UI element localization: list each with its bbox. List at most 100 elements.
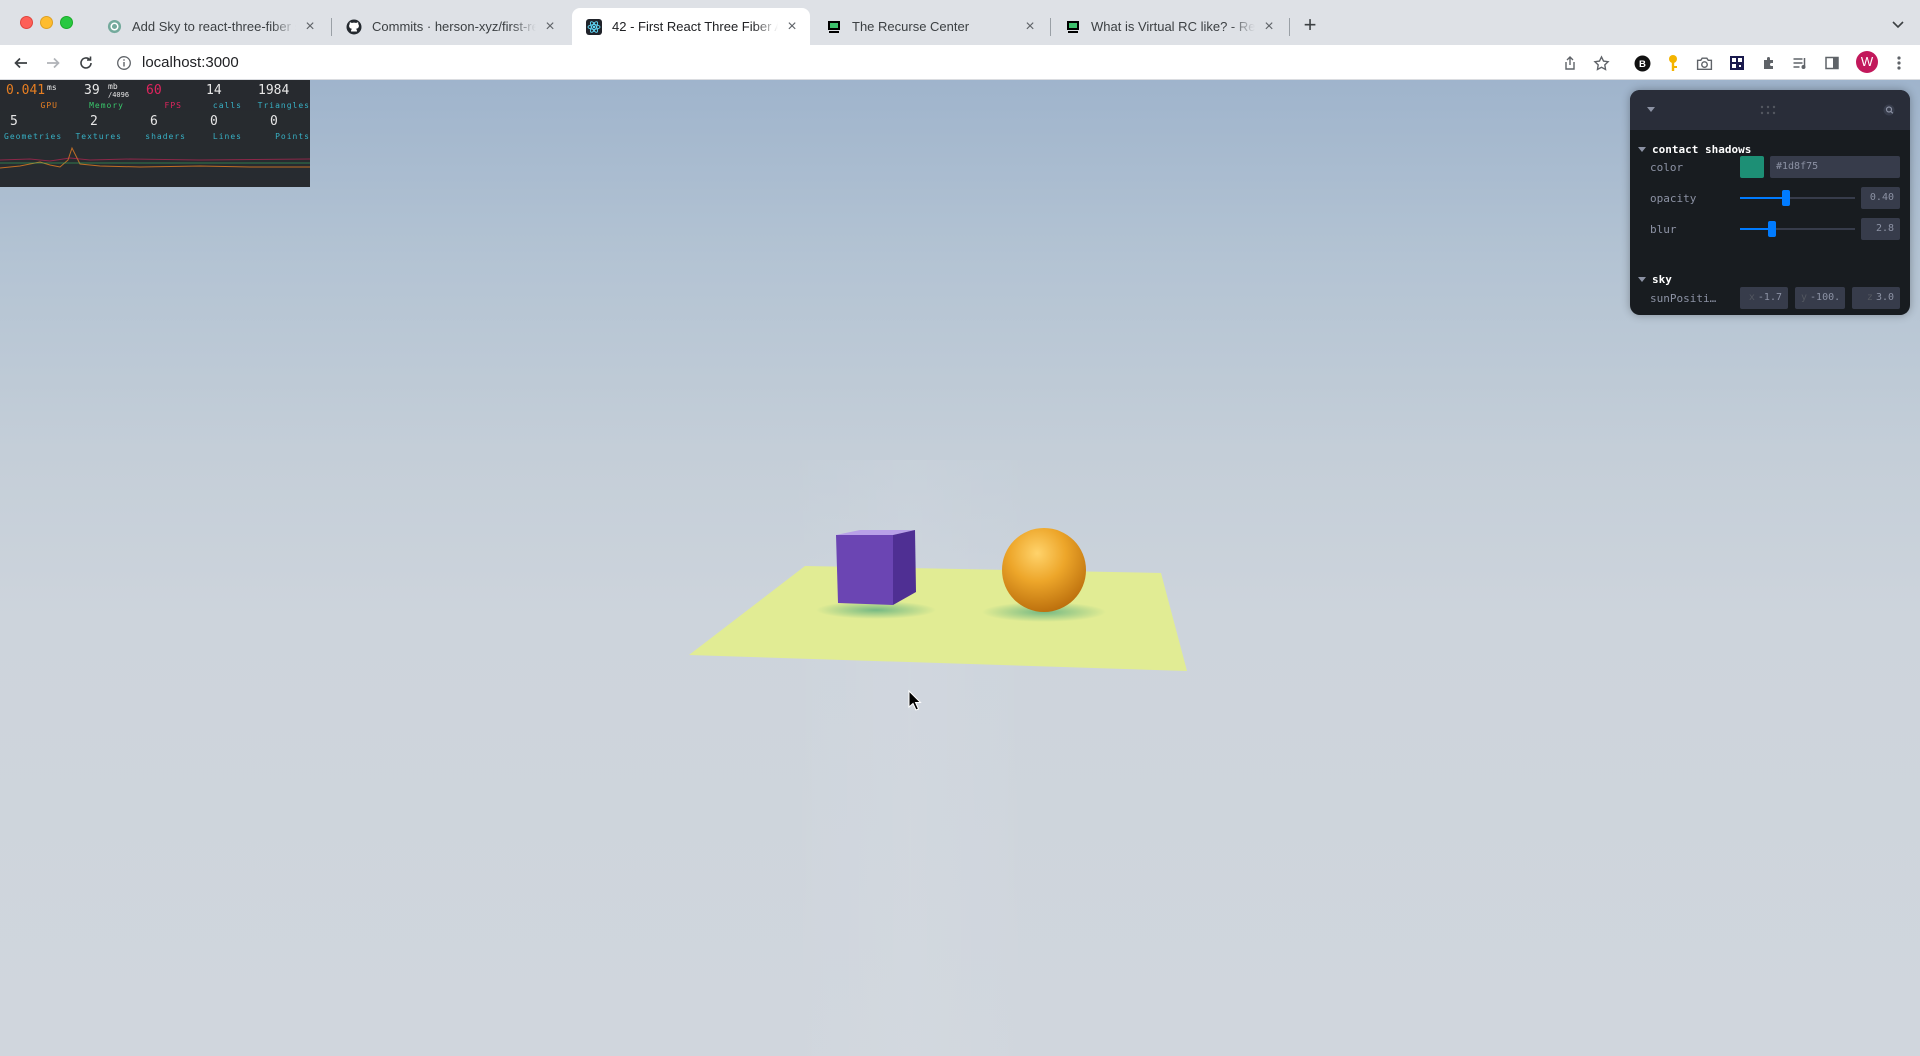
- profile-avatar[interactable]: W: [1856, 51, 1878, 73]
- stat-value: 0: [270, 114, 278, 129]
- tab-close-icon[interactable]: ×: [302, 18, 318, 35]
- stat-value: 39: [84, 83, 100, 98]
- perf-graph: [0, 146, 310, 169]
- tab-divider: [1289, 18, 1290, 36]
- stat-label: Memory: [89, 101, 124, 110]
- stat-calls: 14 calls: [186, 80, 248, 110]
- extension-key-icon[interactable]: [1663, 53, 1683, 73]
- stat-shaders: 6 shaders: [124, 111, 186, 141]
- stat-fps: 60 FPS: [124, 80, 186, 110]
- tab-title: Add Sky to react-three-fiber scene: [132, 19, 296, 34]
- stat-value: 6: [150, 114, 158, 129]
- openai-icon: [106, 19, 122, 35]
- stat-label: FPS: [164, 101, 182, 110]
- reload-button[interactable]: [75, 52, 97, 74]
- site-info-icon[interactable]: [116, 55, 132, 71]
- tab-first-react-three-fiber[interactable]: 42 - First React Three Fiber App ×: [572, 8, 810, 45]
- tab-close-icon[interactable]: ×: [784, 18, 800, 35]
- webgl-canvas[interactable]: 0.041 ms GPU 39 mb /4096 Memory 60 FPS 1…: [0, 80, 1920, 1056]
- slider-knob[interactable]: [1782, 190, 1790, 206]
- color-label: color: [1650, 161, 1684, 174]
- tab-title: What is Virtual RC like? - Recurse Cente…: [1091, 19, 1255, 34]
- side-panel-icon[interactable]: [1822, 53, 1842, 73]
- slider-fill: [1740, 197, 1786, 199]
- menu-kebab-icon[interactable]: [1889, 53, 1909, 73]
- arrow-right-icon: [47, 57, 60, 69]
- forward-button[interactable]: [42, 52, 64, 74]
- blur-input[interactable]: 2.8: [1861, 218, 1900, 240]
- sun-position-y-input[interactable]: y -100.: [1795, 287, 1845, 309]
- back-button[interactable]: [10, 52, 32, 74]
- axis-label: y: [1801, 292, 1808, 303]
- window-maximize-button[interactable]: [60, 16, 73, 29]
- tab-strip: Add Sky to react-three-fiber scene × Com…: [0, 0, 1920, 45]
- stat-value: 5: [10, 114, 18, 129]
- stat-label: Triangles: [257, 101, 310, 110]
- folder-title: sky: [1652, 273, 1672, 286]
- tab-close-icon[interactable]: ×: [542, 18, 558, 35]
- stat-label: GPU: [40, 101, 58, 110]
- extension-qr-icon[interactable]: [1727, 53, 1747, 73]
- sun-position-z-input[interactable]: z 3.0: [1852, 287, 1900, 309]
- axis-value: -100.: [1810, 292, 1841, 303]
- stat-value: 0: [210, 114, 218, 129]
- react-icon: [586, 18, 602, 35]
- window-minimize-button[interactable]: [40, 16, 53, 29]
- stat-memory: 39 mb /4096 Memory: [62, 80, 129, 110]
- drag-handle-icon: [1760, 105, 1776, 115]
- tab-close-icon[interactable]: ×: [1261, 18, 1277, 35]
- perf-stats-panel: 0.041 ms GPU 39 mb /4096 Memory 60 FPS 1…: [0, 80, 310, 187]
- folder-contact-shadows[interactable]: contact shadows: [1638, 143, 1751, 156]
- recurse-icon: [826, 19, 842, 35]
- tab-search-chevron-icon[interactable]: [1890, 16, 1906, 32]
- stat-label: calls: [212, 101, 242, 110]
- extensions-puzzle-icon[interactable]: [1759, 53, 1779, 73]
- recurse-icon: [1065, 19, 1081, 35]
- new-tab-button[interactable]: +: [1298, 14, 1322, 38]
- bookmark-star-icon[interactable]: [1591, 53, 1611, 73]
- stat-triangles: 1984 Triangles: [248, 80, 310, 110]
- tab-commits[interactable]: Commits · herson-xyz/first-react-three-f…: [332, 8, 568, 45]
- arrow-left-icon: [14, 57, 27, 69]
- leva-title-bar[interactable]: [1630, 90, 1910, 130]
- reload-icon: [80, 56, 92, 69]
- sun-position-label: sunPositi…: [1650, 292, 1717, 305]
- collapse-chevron-icon: [1647, 107, 1655, 112]
- tab-virtual-rc[interactable]: What is Virtual RC like? - Recurse Cente…: [1051, 8, 1287, 45]
- address-bar[interactable]: localhost:3000: [110, 48, 1590, 77]
- media-controls-icon[interactable]: [1790, 53, 1810, 73]
- floor-plane: [689, 566, 1187, 671]
- color-input[interactable]: #1d8f75: [1770, 156, 1900, 178]
- blur-label: blur: [1650, 223, 1677, 236]
- tab-add-sky[interactable]: Add Sky to react-three-fiber scene ×: [92, 8, 328, 45]
- slider-knob[interactable]: [1768, 221, 1776, 237]
- folder-sky[interactable]: sky: [1638, 273, 1672, 286]
- url-text: localhost:3000: [142, 54, 239, 71]
- axis-label: x: [1748, 292, 1755, 303]
- stat-lines: 0 Lines: [186, 111, 248, 141]
- stat-value: 1984: [258, 83, 290, 98]
- orange-sphere: [1002, 528, 1086, 612]
- opacity-slider[interactable]: [1740, 190, 1855, 206]
- github-icon: [346, 19, 362, 35]
- stat-value: 14: [206, 83, 222, 98]
- stat-textures: 2 Textures: [62, 111, 124, 141]
- folder-title: contact shadows: [1652, 143, 1752, 156]
- extension-b-icon[interactable]: B: [1632, 53, 1652, 73]
- tab-title: The Recurse Center: [852, 19, 970, 34]
- opacity-input[interactable]: 0.40: [1861, 187, 1900, 209]
- search-icon: [1883, 104, 1895, 116]
- stat-value: 60: [146, 83, 162, 98]
- sun-position-x-input[interactable]: x -1.7: [1740, 287, 1788, 309]
- axis-value: -1.7: [1757, 292, 1782, 303]
- svg-text:B: B: [1639, 59, 1646, 70]
- tab-close-icon[interactable]: ×: [1022, 18, 1038, 35]
- camera-icon[interactable]: [1694, 53, 1714, 73]
- share-icon[interactable]: [1560, 53, 1580, 73]
- window-close-button[interactable]: [20, 16, 33, 29]
- opacity-label: opacity: [1650, 192, 1697, 205]
- folder-caret-icon: [1638, 147, 1646, 152]
- blur-slider[interactable]: [1740, 221, 1855, 237]
- color-swatch[interactable]: [1740, 156, 1764, 178]
- tab-recurse-center[interactable]: The Recurse Center ×: [812, 8, 1048, 45]
